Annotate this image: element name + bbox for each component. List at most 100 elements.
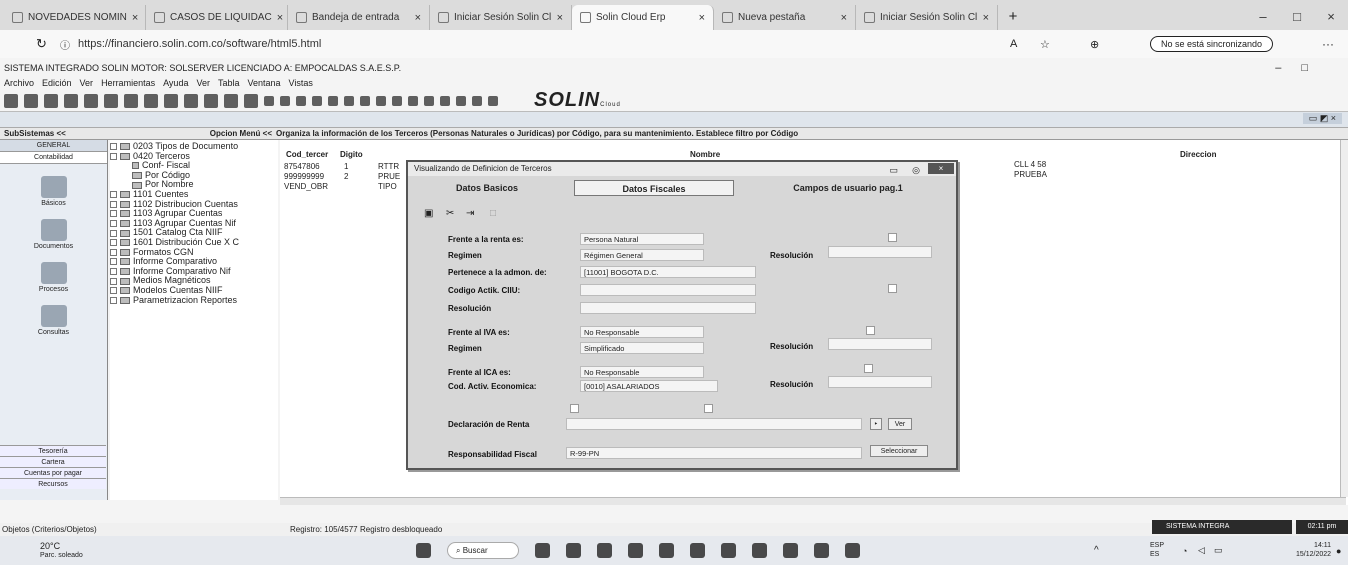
app-maximize-icon[interactable]: □ [1301,62,1308,74]
next-record-icon[interactable] [424,95,434,106]
sync-status-button[interactable]: No se está sincronizando [1150,36,1274,52]
expand-icon[interactable] [110,143,117,151]
sort-icon[interactable] [264,95,274,106]
tab-datos-fiscales[interactable]: Datos Fiscales [574,180,734,196]
checkbox[interactable] [570,404,579,413]
ver-button[interactable]: Ver [888,418,912,430]
ciiu-field[interactable] [580,284,756,296]
expand-icon[interactable] [110,258,117,266]
minimize-icon[interactable]: – [1246,9,1280,24]
read-aloud-icon[interactable]: A [1010,38,1017,50]
sidebar-item-basicos[interactable]: Básicos [0,176,107,207]
close-icon[interactable]: × [699,12,705,24]
refresh-icon[interactable]: ↻ [36,36,47,52]
tree-item[interactable]: 0420 Terceros [110,151,278,162]
sidebar-item-documentos[interactable]: Documentos [0,219,107,250]
declaracion-field[interactable] [566,418,862,430]
declaracion-lookup-button[interactable]: ‣ [870,418,882,430]
close-icon[interactable]: × [557,12,563,24]
menu-vistas[interactable]: Vistas [289,78,313,88]
pertenece-field[interactable]: [11001] BOGOTA D.C. [580,266,756,278]
dialog-minimize-icon[interactable]: ▭ [889,163,898,177]
last-record-icon[interactable] [440,95,450,106]
browser-tab[interactable]: Iniciar Sesión Solin Cl × [430,5,572,30]
resolucion-field[interactable] [828,246,932,258]
first-record-icon[interactable] [392,95,402,106]
iva-field[interactable]: No Responsable [580,326,704,338]
clock[interactable]: 14:11 15/12/2022 [1296,541,1331,559]
tab-campos-usuario[interactable]: Campos de usuario pag.1 [758,180,938,196]
export-icon[interactable] [244,93,258,108]
horizontal-scrollbar[interactable] [280,497,1346,505]
menu-tabla[interactable]: Tabla [218,78,240,88]
seleccionar-button[interactable]: Seleccionar [870,445,928,457]
menu-edicion[interactable]: Edición [42,78,72,88]
url-field[interactable]: https://financiero.solin.com.co/software… [78,38,321,50]
tree-item[interactable]: Conf- Fiscal [110,161,278,171]
browser-tab[interactable]: Iniciar Sesión Solin Cl × [856,5,998,30]
close-icon[interactable]: × [841,12,847,24]
ica-field[interactable]: No Responsable [580,366,704,378]
column-header-nombre[interactable]: Nombre [690,150,720,160]
app-minimize-icon[interactable]: – [1275,62,1281,74]
record-icon[interactable] [472,95,482,106]
expand-icon[interactable] [110,191,117,199]
resolucion-iva-field[interactable] [828,338,932,350]
close-icon[interactable]: × [983,12,989,24]
cut-icon[interactable]: ✂ [446,208,454,219]
task-view-icon[interactable] [535,543,550,558]
delete-icon[interactable] [144,93,158,108]
tree-item[interactable]: Parametrizacion Reportes [110,295,278,306]
tab-tesoreria[interactable]: Tesorería [0,445,106,456]
dialog-restore-icon[interactable]: ◎ [912,163,920,177]
tab-cuentas-por-pagar[interactable]: Cuentas por pagar [0,467,106,478]
cell-digito[interactable]: 2 [344,172,348,181]
cell-nombre[interactable]: PRUE [378,172,400,181]
cell-digito[interactable]: 1 [344,162,348,171]
menu-herramientas[interactable]: Herramientas [101,78,155,88]
exit-icon[interactable] [488,95,498,106]
more-menu-icon[interactable]: ··· [1322,37,1334,51]
app-icon[interactable] [752,543,767,558]
window-controls-strip[interactable]: ▭ ◩ × [1302,113,1342,124]
maximize-icon[interactable]: □ [1280,9,1314,24]
teams-icon[interactable] [566,543,581,558]
cell-cod[interactable]: 87547806 [284,162,320,171]
browser-tab[interactable]: Bandeja de entrada × [288,5,430,30]
checkbox[interactable] [888,284,897,293]
help-icon[interactable] [456,95,466,106]
expand-icon[interactable] [110,268,117,276]
calculator-icon[interactable] [344,95,354,106]
wifi-icon[interactable]: ◔ [1182,546,1187,556]
tab-cartera[interactable]: Cartera [0,456,106,467]
notifications-icon[interactable]: ● [1336,546,1341,556]
save-icon[interactable]: ▣ [424,208,433,219]
expand-icon[interactable] [110,229,117,237]
zoom-icon[interactable] [328,95,338,106]
browser-tab[interactable]: NOVEDADES NOMIN × [4,5,146,30]
menu-archivo[interactable]: Archivo [4,78,34,88]
cell-direccion[interactable]: CLL 4 58 [1014,160,1046,169]
checkbox[interactable] [704,404,713,413]
previous-record-icon[interactable] [408,95,418,106]
expand-icon[interactable] [110,239,117,247]
menu-ver-2[interactable]: Ver [196,78,210,88]
paste-icon[interactable] [280,95,290,106]
checkbox[interactable] [866,326,875,335]
chrome-icon[interactable] [783,543,798,558]
tree-item[interactable]: Por Código [110,170,278,181]
start-icon[interactable] [416,543,431,558]
tab-datos-basicos[interactable]: Datos Basicos [422,180,552,196]
copy-icon[interactable] [224,93,238,108]
subsistemas-toggle[interactable]: SubSistemas << [0,129,148,138]
browser-tab[interactable]: Nueva pestaña × [714,5,856,30]
volume-icon[interactable]: ◁ [1198,545,1205,556]
favorites-icon[interactable]: ☆ [1040,38,1050,51]
regimen-iva-field[interactable]: Simplificado [580,342,704,354]
tab-general[interactable]: GENERAL [0,140,107,152]
info-icon[interactable]: ⓘ [60,37,70,52]
excel-icon[interactable] [721,543,736,558]
close-icon[interactable]: × [132,12,138,24]
dialog-close-icon[interactable]: × [928,163,954,174]
table-icon[interactable] [104,93,118,108]
